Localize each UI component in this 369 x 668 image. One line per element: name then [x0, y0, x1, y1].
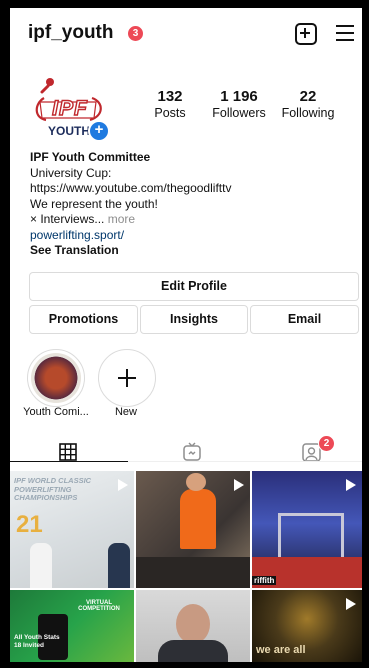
following-count: 22 — [299, 88, 317, 105]
tagged-count-badge: 2 — [318, 435, 335, 452]
add-story-button[interactable]: + — [88, 120, 110, 142]
bio-line-4-row: × Interviews... more — [30, 212, 350, 228]
posts-label: Posts — [154, 106, 186, 120]
followers-stat[interactable]: 1 196 Followers — [199, 88, 279, 120]
username[interactable]: ipf_youth — [28, 22, 114, 44]
post-2-person-head — [186, 473, 206, 491]
logo-sub-text: YOUTH — [48, 124, 90, 138]
create-post-icon[interactable] — [295, 23, 317, 45]
bio-line-1: University Cup: — [30, 165, 112, 180]
post-5-person-suit — [158, 640, 228, 662]
highlight-thumbnail — [31, 353, 81, 403]
posts-count: 132 — [157, 88, 183, 105]
posts-stat[interactable]: 132 Posts — [130, 88, 210, 120]
post-tile-2[interactable] — [136, 471, 250, 588]
insights-button[interactable]: Insights — [140, 305, 248, 334]
followers-label: Followers — [212, 106, 266, 120]
video-play-icon — [118, 479, 128, 491]
post-3-caption: riffith — [252, 576, 277, 585]
top-bar: ipf_youth 3 — [10, 8, 362, 58]
edit-profile-button[interactable]: Edit Profile — [29, 272, 359, 301]
post-2-person-shirt — [180, 489, 216, 549]
more-link[interactable]: more — [108, 212, 135, 226]
post-tile-5[interactable] — [136, 590, 250, 662]
grid-icon — [59, 443, 77, 461]
promotions-button[interactable]: Promotions — [29, 305, 138, 334]
profile-name: IPF Youth Committee — [30, 150, 151, 164]
email-button[interactable]: Email — [250, 305, 359, 334]
following-label: Following — [281, 106, 335, 120]
post-1-title: IPF WORLD CLASSIC POWERLIFTING CHAMPIONS… — [14, 476, 92, 502]
post-1-person-left — [30, 543, 52, 588]
post-5-person-head — [176, 604, 210, 644]
video-play-icon — [234, 479, 244, 491]
video-play-icon — [346, 479, 356, 491]
video-play-icon — [346, 598, 356, 610]
post-4-caption: VIRTUAL COMPETITION — [78, 600, 120, 612]
bio-line-2: https://www.youtube.com/thegoodlifttv — [30, 181, 232, 195]
highlight-youth-committee[interactable] — [27, 349, 85, 407]
highlight-youth-committee-label: Youth Comi... — [23, 406, 89, 418]
see-translation-link[interactable]: See Translation — [30, 243, 350, 259]
logo-main-text: IPF — [51, 96, 88, 120]
post-1-person-right — [108, 543, 130, 588]
new-highlight-label: New — [114, 406, 137, 418]
post-4-text: All Youth Stats 18 Invited — [14, 634, 60, 649]
post-2-floor — [136, 557, 250, 588]
post-tile-6[interactable]: we are all — [252, 590, 362, 662]
post-1-number: 21 — [16, 511, 43, 538]
profile-bio: IPF Youth Committee University Cup: http… — [30, 150, 350, 259]
plus-icon-vertical — [126, 369, 128, 387]
notification-badge[interactable]: 3 — [128, 26, 143, 41]
post-tile-3[interactable]: riffith — [252, 471, 362, 588]
followers-count: 1 196 — [220, 88, 258, 105]
new-highlight-button[interactable] — [98, 349, 156, 407]
bio-line-4: × Interviews... — [30, 212, 105, 226]
bio-line-3: We represent the youth! — [30, 196, 158, 211]
profile-screen: ipf_youth 3 IPF YOUTH + 132 Posts 1 196 … — [10, 8, 362, 662]
active-tab-indicator — [10, 461, 128, 462]
hamburger-menu-icon[interactable] — [336, 25, 354, 41]
post-6-text: we are all — [256, 644, 306, 656]
website-link[interactable]: powerlifting.sport/ — [30, 228, 350, 244]
following-stat[interactable]: 22 Following — [268, 88, 348, 120]
post-3-rack — [278, 513, 344, 560]
post-tile-4[interactable]: VIRTUAL COMPETITION All Youth Stats 18 I… — [10, 590, 134, 662]
igtv-icon — [183, 442, 201, 461]
post-tile-1[interactable]: IPF WORLD CLASSIC POWERLIFTING CHAMPIONS… — [10, 471, 134, 588]
